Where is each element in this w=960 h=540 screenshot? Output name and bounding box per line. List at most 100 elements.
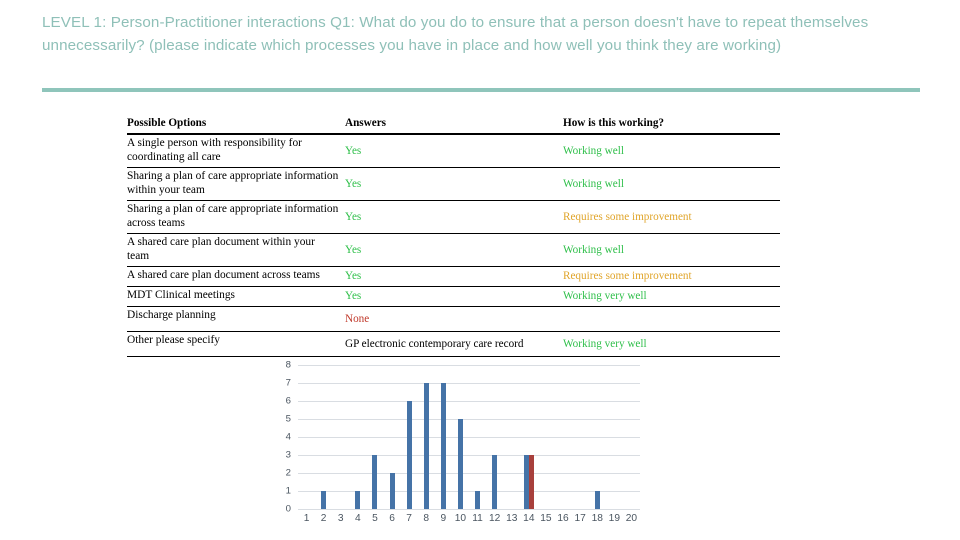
cell-answer: Yes [345,286,563,308]
working-status: Working well [563,243,624,256]
chart-bar [355,491,361,509]
y-axis-tick-label: 5 [285,413,291,425]
cell-answer: GP electronic contemporary care record [345,331,563,358]
y-axis-tick-label: 6 [285,395,291,407]
answer-value: None [345,312,370,325]
chart-bar [406,401,412,509]
working-status: Working very well [563,337,647,350]
answer-value: Yes [345,210,362,223]
cell-option: A shared care plan document within your … [127,233,345,268]
cell-option: Other please specify [127,331,345,358]
working-status: Working well [563,144,624,157]
title-divider [42,88,920,92]
x-axis-tick-label: 20 [625,513,638,524]
x-axis-tick-label: 15 [540,513,552,524]
x-axis-tick-label: 10 [454,513,467,524]
y-axis-tick-label: 7 [285,377,291,389]
x-axis-tick-label: 12 [488,513,501,524]
cell-answer: Yes [345,233,563,268]
answer-value: Yes [345,243,362,256]
x-axis-tick-label: 1 [303,513,310,524]
column-header-possible-options: Possible Options [127,117,345,136]
chart-gridline [298,473,640,474]
x-axis-tick-label: 19 [608,513,621,524]
table-row: Sharing a plan of care appropriate infor… [127,200,780,235]
cell-option: A shared care plan document across teams [127,266,345,288]
y-axis-tick-label: 0 [285,503,291,515]
chart-plot-area [298,365,640,510]
table-row: Other please specify GP electronic contem… [127,331,780,358]
working-status: Working very well [563,290,647,303]
cell-option: A single person with responsibility for … [127,134,345,169]
cell-working: Requires some improvement [563,200,780,235]
cell-working: Working well [563,134,780,169]
chart-gridline [298,383,640,384]
cell-working: Working well [563,167,780,202]
y-axis-tick-label: 2 [285,467,291,479]
chart-bar [492,455,498,509]
cell-working [563,306,780,333]
x-axis-tick-label: 3 [337,513,344,524]
chart-gridline [298,437,640,438]
y-axis-tick-label: 3 [285,449,291,461]
chart-gridline [298,401,640,402]
chart-y-axis: 0 1 2 3 4 5 6 7 8 [276,358,296,515]
answer-value: Yes [345,290,362,303]
chart-bar [440,383,446,509]
table-body: A single person with responsibility for … [127,134,780,358]
x-axis-tick-label: 13 [506,513,518,524]
answer-value: GP electronic contemporary care record [345,337,524,350]
chart-gridline [298,455,640,456]
chart-bar [475,491,481,509]
table-row: A shared care plan document across teams… [127,266,780,288]
bar-chart: 012345678 1 2 3 4 5 6 7 8 9 10 11 12 13 14 15 16 17 18 19 2… [276,358,640,534]
working-status: Requires some improvement [563,270,692,283]
cell-answer: Yes [345,167,563,202]
table-row: Sharing a plan of care appropriate infor… [127,167,780,202]
chart-bar [457,419,463,509]
answer-value: Yes [345,177,362,190]
slide-header: LEVEL 1: Person-Practitioner interaction… [42,12,920,57]
table-row: A shared care plan document within your … [127,233,780,268]
y-axis-tick-label: 8 [285,359,291,371]
page-title: LEVEL 1: Person-Practitioner interaction… [42,14,869,54]
chart-x-axis: 1 2 3 4 5 6 7 8 9 10 11 12 13 14 15 16 17 18 19 20 [298,511,640,531]
x-axis-tick-label: 18 [591,513,603,524]
table-row: A single person with responsibility for … [127,134,780,169]
y-axis-tick-label: 1 [285,485,291,497]
x-axis-tick-label: 4 [355,513,361,524]
chart-bar [372,455,378,509]
table-row: Discharge planning None [127,306,780,333]
cell-working: Working well [563,233,780,268]
chart-gridline [298,365,640,366]
cell-answer: Yes [345,134,563,169]
column-header-answers: Answers [345,117,563,136]
cell-option: Discharge planning [127,306,345,333]
chart-bar [321,491,327,509]
table-header-row: Possible Options Answers How is this wor… [127,117,780,136]
x-axis-tick-label: 14 [523,513,535,524]
cell-working: Requires some improvement [563,266,780,288]
x-axis-tick-label: 16 [557,513,569,524]
cell-working: Working very well [563,331,780,358]
cell-answer: Yes [345,200,563,235]
x-axis-tick-label: 11 [472,513,483,524]
x-axis-tick-label: 5 [372,513,378,524]
cell-option: MDT Clinical meetings [127,286,345,308]
table-row: MDT Clinical meetings Yes Working very wel… [127,286,780,308]
x-axis-tick-label: 9 [440,513,447,524]
answer-value: Yes [345,270,362,283]
cell-option: Sharing a plan of care appropriate infor… [127,167,345,202]
x-axis-tick-label: 17 [574,513,586,524]
cell-answer: None [345,306,563,333]
chart-bar [423,383,429,509]
cell-option: Sharing a plan of care appropriate infor… [127,200,345,235]
x-axis-tick-label: 7 [406,513,412,524]
answer-value: Yes [345,144,362,157]
chart-bar [389,473,395,509]
working-status: Requires some improvement [563,210,692,223]
working-status: Working well [563,177,624,190]
x-axis-tick-label: 6 [389,513,395,524]
x-axis-tick-label: 8 [423,513,430,524]
column-header-how-is-this-working: How is this working? [563,117,780,136]
